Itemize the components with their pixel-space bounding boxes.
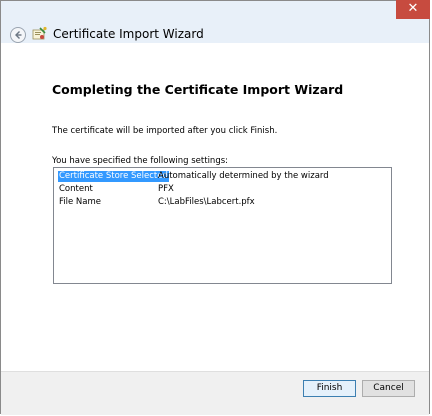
- settings-value: Automatically determined by the wizard: [158, 171, 329, 181]
- settings-key: File Name: [59, 197, 102, 207]
- back-button[interactable]: [10, 27, 26, 43]
- close-icon: ✕: [407, 1, 419, 16]
- settings-label: You have specified the following setting…: [52, 156, 229, 166]
- description-text: The certificate will be imported after y…: [52, 126, 278, 136]
- settings-value: PFX: [158, 184, 174, 194]
- finish-button[interactable]: Finish: [303, 380, 356, 397]
- back-arrow-icon: [15, 31, 22, 39]
- page-heading: Completing the Certificate Import Wizard: [52, 82, 344, 97]
- settings-value: C:\LabFiles\Labcert.pfx: [158, 197, 255, 207]
- settings-key: Content: [59, 184, 93, 194]
- settings-key: Certificate Store Selected: [58, 171, 169, 182]
- certificate-wizard-icon: [32, 26, 47, 40]
- wizard-window: ✕ Certificate Import Wizard Completing t…: [0, 0, 430, 415]
- cancel-button[interactable]: Cancel: [362, 380, 415, 397]
- close-button[interactable]: ✕: [396, 0, 430, 19]
- window-title: Certificate Import Wizard: [53, 27, 204, 41]
- settings-list[interactable]: Certificate Store Selected Automatically…: [53, 167, 392, 284]
